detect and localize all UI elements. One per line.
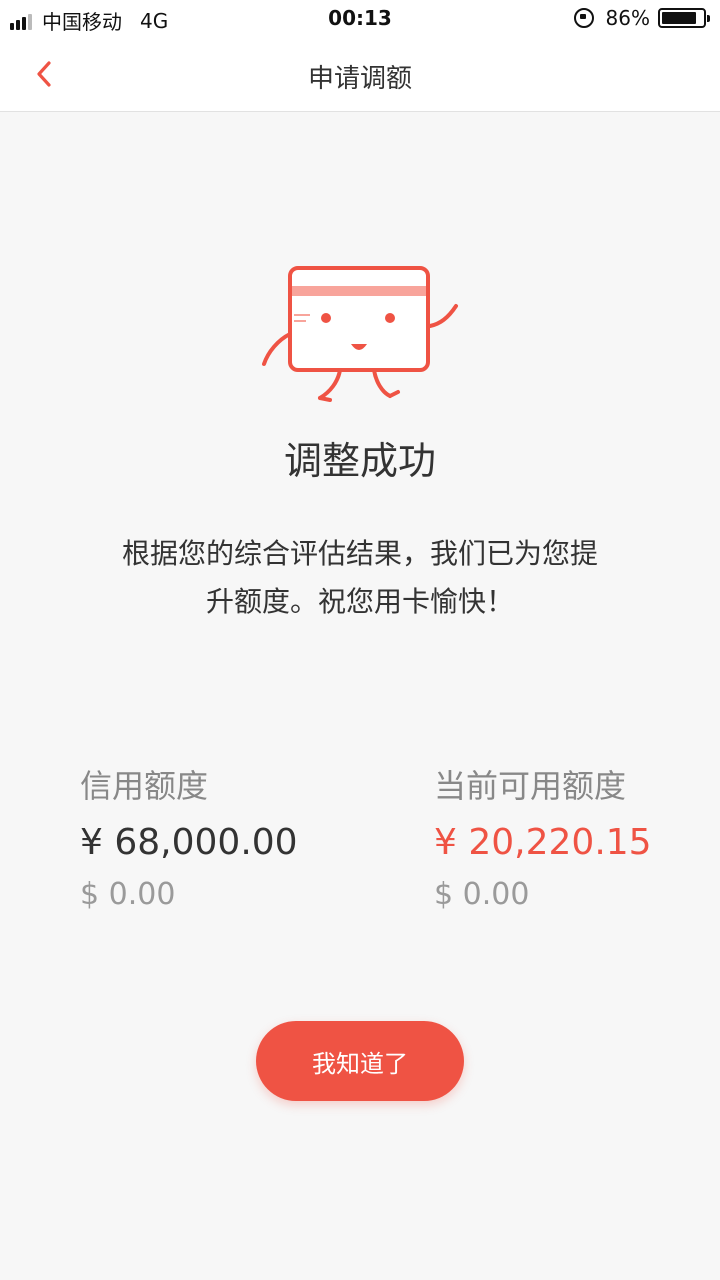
- description-line-2: 升额度。祝您用卡愉快！: [205, 585, 514, 618]
- description-line-1: 根据您的综合评估结果，我们已为您提: [121, 537, 598, 570]
- credit-limit-amount: ¥ 68,000.00: [80, 822, 298, 863]
- credit-limit-usd: $ 0.00: [80, 877, 176, 912]
- rotation-lock-icon: [573, 8, 594, 28]
- battery-fill: [662, 12, 697, 24]
- nav-bar: 申请调额: [0, 36, 720, 112]
- available-limit-usd: $ 0.00: [434, 877, 530, 912]
- credit-limit-block: 信用额度 ¥ 68,000.00 $ 0.00: [80, 762, 298, 918]
- result-description: 根据您的综合评估结果，我们已为您提 升额度。祝您用卡愉快！: [80, 530, 640, 626]
- available-limit-label: 当前可用额度: [434, 767, 627, 805]
- confirm-button[interactable]: 我知道了: [256, 1021, 464, 1101]
- available-limit-block: 当前可用额度 ¥ 20,220.15 $ 0.00: [434, 762, 652, 918]
- success-title: 调整成功: [283, 439, 436, 483]
- battery-icon: [658, 8, 710, 28]
- battery-percent: 86%: [605, 6, 650, 30]
- credit-card-mascot-icon: [262, 266, 458, 402]
- credit-limit-label: 信用额度: [80, 767, 209, 805]
- available-limit-amount: ¥ 20,220.15: [434, 822, 652, 863]
- status-right: 86%: [573, 6, 710, 30]
- status-bar: 中国移动 4G 00:13 86%: [0, 0, 720, 36]
- page-title: 申请调额: [307, 64, 412, 94]
